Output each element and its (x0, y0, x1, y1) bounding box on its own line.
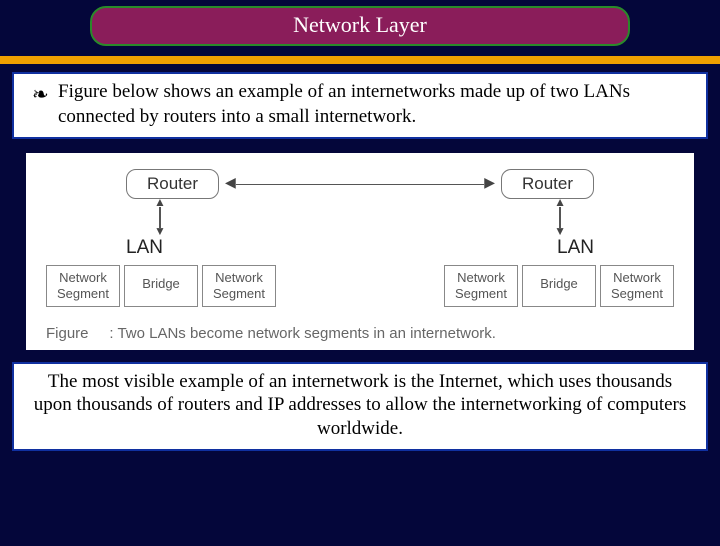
router-left: Router (126, 169, 219, 199)
arrow-left-icon: ◀ (225, 177, 236, 191)
lan-left: LAN (126, 235, 163, 259)
routers-row: Router ◀ ▶ Router (126, 169, 594, 199)
lan-right: LAN (557, 235, 594, 259)
bottom-text-block: The most visible example of an internetw… (12, 362, 708, 451)
connector-line (236, 184, 484, 186)
v-connector-right: ▲ ▼ (554, 199, 566, 235)
bridge-box: Bridge (124, 265, 198, 306)
arrow-right-icon: ▶ (484, 177, 495, 191)
diagram: Router ◀ ▶ Router ▲ ▼ ▲ ▼ LAN LAN Networ… (26, 153, 694, 349)
segment-group-right: NetworkSegment Bridge NetworkSegment (444, 265, 674, 306)
lan-label-left: LAN (126, 237, 163, 259)
lan-row: LAN LAN (126, 235, 594, 259)
segment-box: NetworkSegment (46, 265, 120, 306)
accent-divider (0, 56, 720, 64)
caption-text: : Two LANs become network segments in an… (109, 325, 496, 342)
body-text-block: ❧ Figure below shows an example of an in… (12, 72, 708, 139)
v-connector-left: ▲ ▼ (154, 199, 166, 235)
lan-label-right: LAN (557, 237, 594, 259)
arrow-up-icon: ▲ (554, 199, 566, 206)
vertical-connectors: ▲ ▼ ▲ ▼ (154, 199, 566, 235)
segment-box: NetworkSegment (202, 265, 276, 306)
bullet-icon: ❧ (32, 82, 49, 108)
router-right: Router (501, 169, 594, 199)
body-text: Figure below shows an example of an inte… (58, 80, 696, 129)
arrow-down-icon: ▼ (154, 228, 166, 235)
title-bar: Network Layer (90, 6, 630, 46)
router-connection: ◀ ▶ (225, 177, 495, 191)
bottom-text: The most visible example of an internetw… (34, 371, 687, 440)
bridge-box: Bridge (522, 265, 596, 306)
segment-box: NetworkSegment (600, 265, 674, 306)
arrow-up-icon: ▲ (154, 199, 166, 206)
caption-prefix: Figure (46, 325, 89, 342)
page-title: Network Layer (293, 12, 427, 37)
segment-box: NetworkSegment (444, 265, 518, 306)
arrow-down-icon: ▼ (554, 228, 566, 235)
figure-caption: Figure : Two LANs become network segment… (46, 325, 674, 342)
segment-groups: NetworkSegment Bridge NetworkSegment Net… (46, 265, 674, 306)
segment-group-left: NetworkSegment Bridge NetworkSegment (46, 265, 276, 306)
